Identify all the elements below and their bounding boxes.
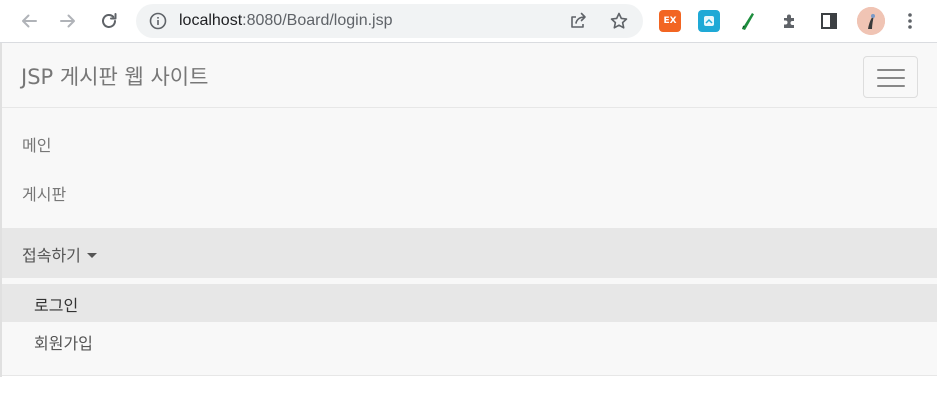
dropdown-label-text: 접속하기 <box>22 246 81 265</box>
url-path: :8080/Board/login.jsp <box>242 12 393 29</box>
puzzle-icon[interactable] <box>779 10 801 32</box>
menu-dots-icon[interactable] <box>899 10 921 32</box>
ex-extension-icon[interactable]: EX <box>659 10 681 32</box>
nav-dropdown-toggle[interactable]: 접속하기 <box>2 228 937 278</box>
nav-item-label: 게시판 <box>22 185 67 204</box>
caret-down-icon <box>86 253 97 258</box>
dropdown-item-login[interactable]: 로그인 <box>2 284 937 322</box>
navbar-toggle-button[interactable] <box>863 56 918 98</box>
browser-toolbar: localhost:8080/Board/login.jsp EX <box>0 0 937 43</box>
pen-extension-icon[interactable] <box>737 10 759 32</box>
navbar: JSP 게시판 웹 사이트 메인 게시판 접속하기 로그인 회원가입 <box>2 43 937 376</box>
nav-dropdown-label: 접속하기 <box>22 242 97 266</box>
nav-item-label: 메인 <box>22 136 52 155</box>
address-bar[interactable]: localhost:8080/Board/login.jsp <box>136 4 643 38</box>
info-icon[interactable] <box>149 12 167 34</box>
navbar-brand[interactable]: JSP 게시판 웹 사이트 <box>21 61 208 91</box>
side-panel-icon[interactable] <box>818 10 840 32</box>
ex-extension-label: EX <box>663 16 677 26</box>
hamburger-bar-icon <box>877 77 905 79</box>
navbar-header: JSP 게시판 웹 사이트 <box>2 43 937 108</box>
forward-arrow-icon[interactable] <box>55 8 81 34</box>
reload-icon[interactable] <box>96 8 122 34</box>
hamburger-bar-icon <box>877 69 905 71</box>
share-icon[interactable] <box>568 11 588 31</box>
url-host: localhost <box>179 12 243 29</box>
back-arrow-icon[interactable] <box>16 8 42 34</box>
dropdown-item-label: 로그인 <box>34 296 79 315</box>
profile-avatar[interactable] <box>857 7 885 35</box>
translate-extension-icon[interactable] <box>698 10 720 32</box>
dropdown-item-label: 회원가입 <box>34 334 93 353</box>
hamburger-bar-icon <box>877 85 905 87</box>
nav-item-board[interactable]: 게시판 <box>2 167 937 217</box>
nav-item-main[interactable]: 메인 <box>2 118 937 168</box>
page-viewport: JSP 게시판 웹 사이트 메인 게시판 접속하기 로그인 회원가입 <box>0 43 937 412</box>
star-icon[interactable] <box>609 11 629 31</box>
url-text[interactable]: localhost:8080/Board/login.jsp <box>179 12 392 30</box>
dropdown-item-join[interactable]: 회원가입 <box>2 322 937 360</box>
